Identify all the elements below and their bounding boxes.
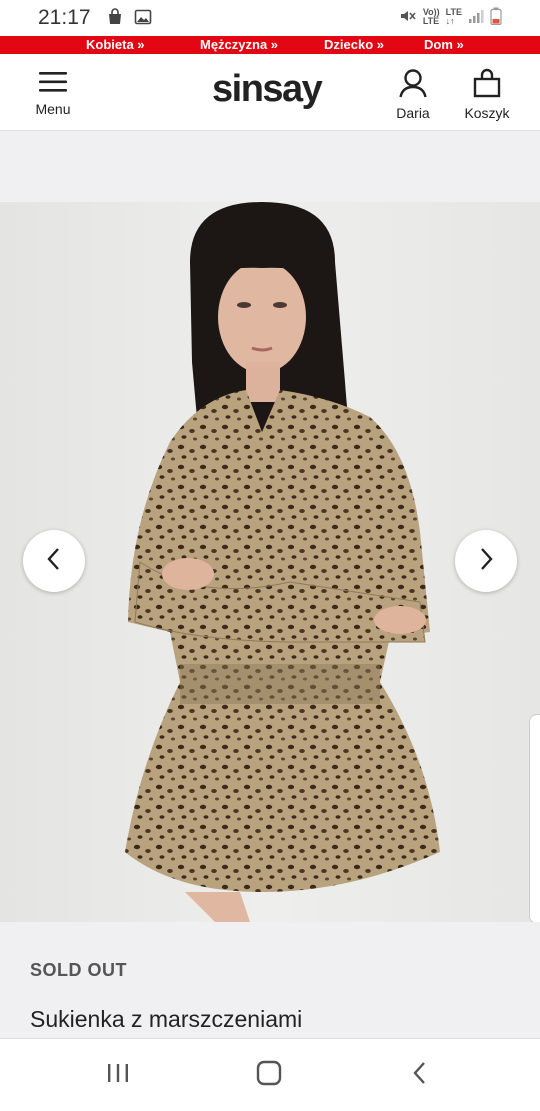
home-icon	[256, 1060, 282, 1091]
category-link-mezczyzna[interactable]: Mężczyzna »	[200, 36, 278, 54]
chevron-right-icon	[476, 546, 496, 577]
carousel-prev-button[interactable]	[23, 530, 85, 592]
cart-button[interactable]: Koszyk	[458, 67, 516, 121]
recent-apps-button[interactable]	[98, 1057, 138, 1093]
category-nav: Kobieta » Mężczyzna » Dziecko » Dom »	[0, 36, 540, 54]
shopping-bag-notification-icon	[106, 8, 124, 31]
category-link-dom[interactable]: Dom »	[424, 36, 464, 54]
back-icon	[411, 1060, 429, 1091]
user-icon	[398, 69, 428, 102]
category-link-kobieta[interactable]: Kobieta »	[86, 36, 145, 54]
back-button[interactable]	[400, 1057, 440, 1093]
signal-icon	[468, 8, 484, 26]
side-scroll-handle[interactable]	[529, 714, 540, 924]
status-time: 21:17	[38, 6, 91, 29]
system-nav-bar	[0, 1038, 540, 1111]
status-indicators: Vo)) LTE LTE ↓↑	[399, 7, 502, 27]
lte-label-left: LTE	[422, 16, 440, 26]
product-name: Sukienka z marszczeniami	[30, 1006, 303, 1032]
menu-button[interactable]: Menu	[30, 70, 76, 117]
account-button[interactable]: Daria	[388, 68, 438, 121]
image-notification-icon	[134, 8, 152, 31]
cart-label: Koszyk	[464, 105, 510, 121]
chevron-left-icon	[44, 546, 64, 577]
menu-label: Menu	[35, 101, 71, 117]
status-bar: 21:17 Vo)) LTE LTE ↓↑	[0, 0, 540, 36]
sold-out-badge: SOLD OUT	[30, 960, 127, 980]
shopping-bag-icon	[472, 68, 502, 102]
mute-icon	[399, 7, 417, 27]
category-link-dziecko[interactable]: Dziecko »	[324, 36, 384, 54]
site-header: Menu sinsay Daria Koszyk	[0, 54, 540, 131]
product-info: SOLD OUT Sukienka z marszczeniami	[0, 922, 540, 1038]
carousel-next-button[interactable]	[455, 530, 517, 592]
data-arrows: ↓↑	[445, 16, 455, 26]
sinsay-logo[interactable]: sinsay	[212, 68, 323, 111]
battery-icon	[490, 7, 502, 27]
product-image-carousel[interactable]	[0, 202, 540, 922]
hamburger-icon	[38, 72, 68, 98]
account-label: Daria	[396, 105, 430, 121]
home-button[interactable]	[249, 1057, 289, 1093]
spacer	[0, 131, 540, 202]
recent-apps-icon	[105, 1062, 131, 1089]
